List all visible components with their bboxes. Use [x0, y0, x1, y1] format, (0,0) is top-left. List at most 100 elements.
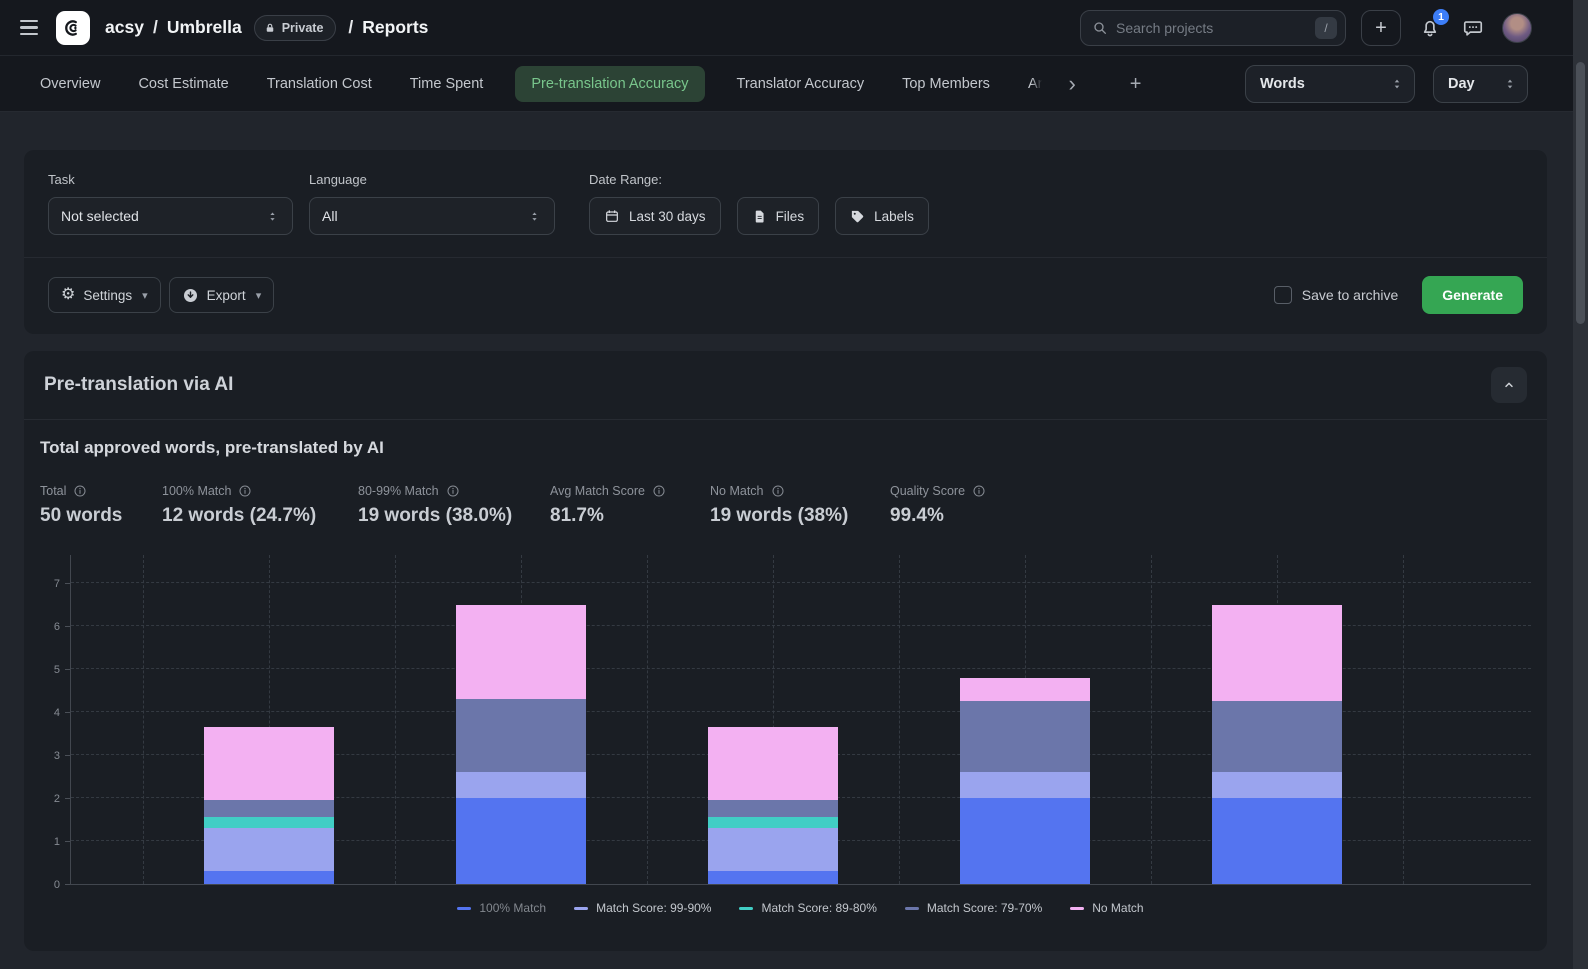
bar [204, 727, 334, 884]
info-icon[interactable] [652, 484, 666, 498]
y-tick-label: 2 [54, 793, 60, 805]
download-icon [182, 287, 199, 304]
date-range-group: Date Range: Last 30 days [589, 172, 929, 235]
settings-button[interactable]: ⚙ Settings ▾ [48, 277, 161, 313]
search-input[interactable] [1116, 20, 1307, 36]
date-range-button[interactable]: Last 30 days [589, 197, 721, 235]
notifications-count-badge: 1 [1433, 9, 1449, 25]
language-select[interactable]: All [309, 197, 555, 235]
labels-filter-label: Labels [874, 209, 914, 224]
date-range-value: Last 30 days [629, 209, 706, 224]
legend-item[interactable]: 100% Match [457, 901, 546, 915]
tag-icon [850, 209, 865, 224]
generate-button[interactable]: Generate [1422, 276, 1523, 314]
legend-label: 100% Match [479, 901, 546, 915]
legend-item[interactable]: Match Score: 79-70% [905, 901, 1042, 915]
bar-segment [204, 800, 334, 817]
save-to-archive-checkbox[interactable] [1274, 286, 1292, 304]
bar-segment [204, 828, 334, 871]
language-select-value: All [322, 208, 338, 224]
stat-value: 12 words (24.7%) [162, 505, 358, 527]
files-filter-button[interactable]: Files [737, 197, 820, 235]
legend-marker [905, 907, 919, 910]
main-content: Task Not selected Language All [0, 112, 1588, 951]
tab-translator-accuracy[interactable]: Translator Accuracy [737, 76, 865, 92]
card-body: Total approved words, pre-translated by … [24, 420, 1547, 915]
period-select[interactable]: Day [1433, 65, 1528, 103]
chevron-up-icon [1501, 377, 1517, 393]
bar-segment [960, 678, 1090, 702]
files-filter-label: Files [776, 209, 805, 224]
stat-quality-score: Quality Score 99.4% [890, 484, 986, 527]
caret-down-icon: ▾ [256, 289, 262, 302]
info-icon[interactable] [771, 484, 785, 498]
settings-button-label: Settings [83, 288, 132, 303]
bar-segment [708, 871, 838, 884]
labels-filter-button[interactable]: Labels [835, 197, 929, 235]
scrollbar-thumb[interactable] [1576, 62, 1585, 324]
report-unit-controls: Words Day [1245, 65, 1528, 103]
y-axis-labels: 01234567 [40, 555, 70, 885]
breadcrumb-separator: / [153, 17, 158, 38]
tab-overview[interactable]: Overview [40, 76, 100, 92]
user-avatar[interactable] [1502, 13, 1532, 43]
task-filter-group: Task Not selected [48, 172, 293, 235]
export-button[interactable]: Export ▾ [169, 277, 275, 313]
report-card: Pre-translation via AI Total approved wo… [24, 351, 1547, 951]
save-to-archive-label[interactable]: Save to archive [1302, 287, 1399, 303]
language-label: Language [309, 172, 555, 187]
tab-truncated[interactable]: Ar [1028, 76, 1043, 92]
tab-cost-estimate[interactable]: Cost Estimate [138, 76, 228, 92]
app-logo[interactable] [56, 11, 90, 45]
bar-segment [456, 798, 586, 884]
tab-top-members[interactable]: Top Members [902, 76, 990, 92]
unit-select[interactable]: Words [1245, 65, 1415, 103]
stat-value: 99.4% [890, 505, 986, 527]
notifications-button[interactable]: 1 [1416, 14, 1444, 42]
bar-segment [1212, 798, 1342, 884]
tabs-scroll-right-icon[interactable]: › [1066, 73, 1077, 95]
info-icon[interactable] [73, 484, 87, 498]
task-select[interactable]: Not selected [48, 197, 293, 235]
create-project-button[interactable]: + [1361, 10, 1401, 46]
legend-item[interactable]: Match Score: 99-90% [574, 901, 711, 915]
bar-segment [1212, 701, 1342, 772]
breadcrumb-account[interactable]: acsy [105, 17, 144, 38]
legend-item[interactable]: No Match [1070, 901, 1143, 915]
tab-translation-cost[interactable]: Translation Cost [267, 76, 372, 92]
stat-label: Avg Match Score [550, 484, 645, 498]
report-tabs: Overview Cost Estimate Translation Cost … [0, 56, 1588, 112]
messages-button[interactable] [1459, 14, 1487, 42]
tab-time-spent[interactable]: Time Spent [410, 76, 484, 92]
file-icon [752, 209, 767, 224]
legend-item[interactable]: Match Score: 89-80% [739, 901, 876, 915]
chat-icon [1462, 17, 1484, 39]
add-tab-button[interactable]: + [1130, 74, 1142, 94]
legend-marker [574, 907, 588, 910]
menu-icon[interactable] [18, 18, 40, 38]
search-box[interactable]: / [1080, 10, 1346, 46]
scrollbar-track[interactable] [1573, 0, 1588, 969]
info-icon[interactable] [446, 484, 460, 498]
logo-icon [61, 16, 85, 40]
info-icon[interactable] [238, 484, 252, 498]
stat-value: 50 words [40, 505, 162, 527]
info-icon[interactable] [972, 484, 986, 498]
v-gridline [899, 555, 900, 884]
v-gridline [143, 555, 144, 884]
period-select-value: Day [1448, 76, 1475, 92]
legend-label: Match Score: 79-70% [927, 901, 1042, 915]
unit-select-value: Words [1260, 76, 1305, 92]
language-filter-group: Language All [309, 172, 555, 235]
task-select-value: Not selected [61, 208, 139, 224]
breadcrumb-project[interactable]: Umbrella [167, 17, 242, 38]
tab-pre-translation-accuracy[interactable]: Pre-translation Accuracy [515, 66, 704, 102]
bar-segment [456, 699, 586, 772]
bar-segment [960, 772, 1090, 798]
legend-label: No Match [1092, 901, 1143, 915]
lock-icon [264, 22, 276, 34]
breadcrumb-page: Reports [362, 17, 428, 38]
bar-segment [204, 727, 334, 800]
collapse-card-button[interactable] [1491, 367, 1527, 403]
legend-marker [457, 907, 471, 910]
